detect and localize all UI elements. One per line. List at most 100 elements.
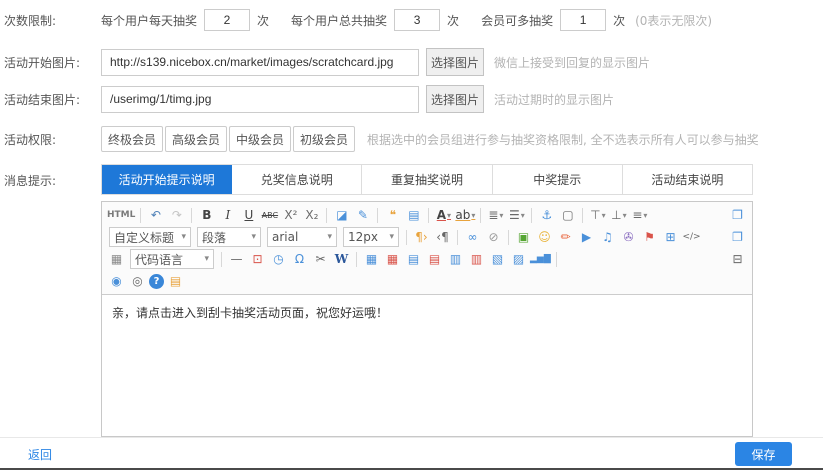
member-extra-input[interactable] [560, 9, 606, 31]
toolbar-separator [221, 252, 222, 267]
insert-table-icon[interactable]: ▦ [362, 249, 381, 269]
per-day-input[interactable] [204, 9, 250, 31]
italic-icon[interactable]: I [218, 205, 237, 225]
end-image-input[interactable] [101, 86, 419, 113]
custom-style-dropdown[interactable]: 自定义标题▾ [109, 227, 191, 247]
start-image-pick-button[interactable]: 选择图片 [426, 48, 484, 76]
tab-repeat-draw[interactable]: 重复抽奖说明 [362, 165, 492, 194]
times-suffix: 次 [447, 12, 459, 29]
delete-col-icon[interactable]: ▥ [467, 249, 486, 269]
limits-hint: (0表示无限次) [635, 12, 712, 29]
member-level-junior-button[interactable]: 初级会员 [293, 126, 355, 152]
music-icon[interactable]: ♫ [598, 227, 617, 247]
horizontal-rule-icon[interactable]: — [227, 249, 246, 269]
paragraph-format-value: 段落 [202, 229, 226, 246]
html-source-icon[interactable]: HTML [107, 205, 135, 225]
permissions-content: 终极会员 高级会员 中级会员 初级会员 根据选中的会员组进行参与抽奖资格限制, … [101, 126, 759, 152]
font-family-dropdown[interactable]: arial▾ [267, 227, 337, 247]
charts-icon[interactable]: ▂▅▇ [530, 249, 551, 269]
total-input[interactable] [394, 9, 440, 31]
background-color-icon[interactable]: ab▾ [455, 205, 475, 225]
permissions-hint: 根据选中的会员组进行参与抽奖资格限制, 全不选表示所有人可以参与抽奖 [367, 131, 759, 148]
end-image-pick-button[interactable]: 选择图片 [426, 85, 484, 113]
emotion-icon[interactable]: ☺ [535, 227, 554, 247]
underline-icon[interactable]: U [239, 205, 258, 225]
help-icon[interactable]: ? [149, 274, 164, 289]
member-level-senior-button[interactable]: 高级会员 [165, 126, 227, 152]
fullscreen-icon[interactable]: ❐ [728, 205, 747, 225]
strikethrough-icon[interactable]: ABC [260, 205, 279, 225]
editor-content-area[interactable]: 亲，请点击进入到刮卡抽奖活动页面，祝您好运哦！ [102, 295, 752, 436]
insert-code-icon[interactable]: </> [682, 227, 701, 247]
font-size-dropdown[interactable]: 12px▾ [343, 227, 399, 247]
start-image-input[interactable] [101, 49, 419, 76]
tab-win-tip[interactable]: 中奖提示 [493, 165, 623, 194]
drafts-icon[interactable]: ▤ [166, 271, 185, 291]
line-height-icon[interactable]: ≡▾ [630, 205, 649, 225]
clear-doc-icon[interactable]: ▢ [558, 205, 577, 225]
member-level-ultimate-button[interactable]: 终极会员 [101, 126, 163, 152]
save-button[interactable]: 保存 [735, 442, 792, 466]
merge-cells-icon[interactable]: ▧ [488, 249, 507, 269]
direction-ltr-icon[interactable]: ¶› [412, 227, 431, 247]
special-chars-icon[interactable]: Ω [290, 249, 309, 269]
unordered-list-icon[interactable]: ☰▾ [507, 205, 526, 225]
delete-row-icon[interactable]: ▤ [425, 249, 444, 269]
caret-down-icon: ▾ [643, 211, 647, 220]
ordered-list-icon[interactable]: ≣▾ [486, 205, 505, 225]
attachment-icon[interactable]: ✇ [619, 227, 638, 247]
code-language-dropdown[interactable]: 代码语言▾ [130, 249, 214, 269]
direction-rtl-icon[interactable]: ‹¶ [433, 227, 452, 247]
word-image-icon[interactable]: W [332, 249, 351, 269]
tab-activity-end[interactable]: 活动结束说明 [623, 165, 752, 194]
font-color-icon[interactable]: A▾ [434, 205, 453, 225]
limits-content: 每个用户每天抽奖 次 每个用户总共抽奖 次 会员可多抽奖 次 (0表示无限次) [101, 9, 712, 31]
total-label: 每个用户总共抽奖 [291, 12, 387, 29]
per-day-label: 每个用户每天抽奖 [101, 12, 197, 29]
delete-table-icon[interactable]: ▦ [383, 249, 402, 269]
snap-screen-icon[interactable]: ✂ [311, 249, 330, 269]
link-icon[interactable]: ∞ [463, 227, 482, 247]
caret-down-icon: ▾ [389, 232, 394, 242]
preview-icon[interactable]: ❐ [728, 227, 747, 247]
paste-plain-icon[interactable]: ▤ [404, 205, 423, 225]
insert-row-icon[interactable]: ▤ [404, 249, 423, 269]
draw-limits-row: 次数限制: 每个用户每天抽奖 次 每个用户总共抽奖 次 会员可多抽奖 次 (0表… [0, 8, 823, 32]
end-image-label: 活动结束图片: [0, 91, 101, 108]
code-block-icon[interactable]: ▦ [107, 249, 126, 269]
search-replace-icon[interactable]: ◎ [128, 271, 147, 291]
tab-activity-start-tip[interactable]: 活动开始提示说明 [102, 165, 232, 194]
caret-down-icon: ▾ [521, 211, 525, 220]
back-link[interactable]: 返回 [28, 446, 52, 463]
preview-page-icon[interactable]: ◉ [107, 271, 126, 291]
format-painter-icon[interactable]: ✎ [353, 205, 372, 225]
map-icon[interactable]: ⚑ [640, 227, 659, 247]
row-spacing-top-icon[interactable]: ⊤▾ [588, 205, 607, 225]
tab-redeem-info[interactable]: 兑奖信息说明 [232, 165, 362, 194]
insert-frame-icon[interactable]: ⊞ [661, 227, 680, 247]
rich-text-editor: HTML↶↷BIUABCX²X₂◪✎❝▤A▾ab▾≣▾☰▾⚓▢⊤▾⊥▾≡▾❐ 自… [101, 201, 753, 437]
editor-toolbar: HTML↶↷BIUABCX²X₂◪✎❝▤A▾ab▾≣▾☰▾⚓▢⊤▾⊥▾≡▾❐ 自… [102, 202, 752, 295]
blockquote-icon[interactable]: ❝ [383, 205, 402, 225]
anchor-icon[interactable]: ⚓ [537, 205, 556, 225]
row-spacing-bottom-icon[interactable]: ⊥▾ [609, 205, 628, 225]
undo-icon[interactable]: ↶ [146, 205, 165, 225]
caret-down-icon: ▾ [327, 232, 332, 242]
remove-format-icon[interactable]: ◪ [332, 205, 351, 225]
insert-col-icon[interactable]: ▥ [446, 249, 465, 269]
superscript-icon[interactable]: X² [281, 205, 300, 225]
scrawl-icon[interactable]: ✏ [556, 227, 575, 247]
paragraph-format-dropdown[interactable]: 段落▾ [197, 227, 261, 247]
redo-icon[interactable]: ↷ [167, 205, 186, 225]
bold-icon[interactable]: B [197, 205, 216, 225]
split-cells-icon[interactable]: ▨ [509, 249, 528, 269]
print-icon[interactable]: ⊟ [728, 249, 747, 269]
insert-image-icon[interactable]: ▣ [514, 227, 533, 247]
subscript-icon[interactable]: X₂ [302, 205, 321, 225]
unlink-icon[interactable]: ⊘ [484, 227, 503, 247]
date-icon[interactable]: ⊡ [248, 249, 267, 269]
toolbar-separator [556, 252, 557, 267]
time-icon[interactable]: ◷ [269, 249, 288, 269]
insert-video-icon[interactable]: ▶ [577, 227, 596, 247]
member-level-intermediate-button[interactable]: 中级会员 [229, 126, 291, 152]
